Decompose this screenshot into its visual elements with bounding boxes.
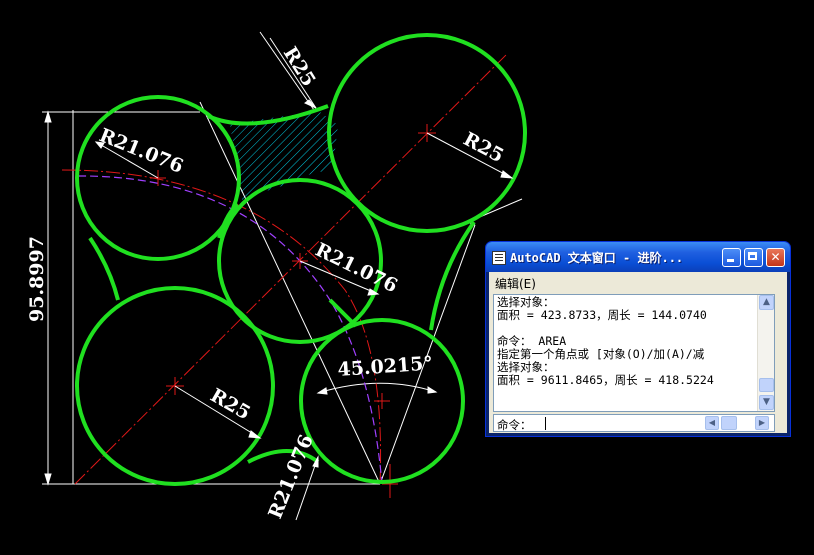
- scroll-right-icon[interactable]: ▶: [755, 416, 769, 430]
- menubar: 编辑(E): [489, 272, 787, 292]
- arc-mid-right: [328, 298, 358, 328]
- app-icon[interactable]: [492, 251, 506, 265]
- hscroll-thumb[interactable]: [721, 416, 737, 430]
- history-line: 面积 = 423.8733，周长 = 144.0740: [497, 308, 707, 322]
- history-line: 面积 = 9611.8465，周长 = 418.5224: [497, 373, 714, 387]
- menu-edit[interactable]: 编辑(E): [495, 275, 536, 292]
- close-button[interactable]: ✕: [766, 248, 785, 267]
- dim-radius-top: R25: [279, 43, 320, 90]
- text-caret: [545, 417, 546, 430]
- vertical-scrollbar[interactable]: ▲ ▼: [757, 295, 774, 411]
- maximize-button[interactable]: [744, 248, 763, 267]
- horizontal-scrollbar[interactable]: ◀ ▶: [705, 416, 769, 430]
- minimize-icon: [727, 259, 734, 262]
- dim-height: 95.8997: [26, 236, 48, 322]
- construction-lines: [42, 31, 523, 485]
- arc-right: [429, 220, 476, 331]
- dim-radius-top-left: R21.076: [96, 124, 186, 178]
- dim-radius-bottom: R21.076: [264, 432, 318, 522]
- text-window-titlebar[interactable]: AutoCAD 文本窗口 - 进阶... ✕: [486, 242, 790, 272]
- command-prompt: 命令：: [497, 418, 532, 432]
- window-title: AutoCAD 文本窗口 - 进阶...: [510, 251, 684, 265]
- dim-radius-top-right: R25: [460, 128, 508, 167]
- close-icon: ✕: [770, 250, 781, 264]
- scroll-down-icon[interactable]: ▼: [759, 395, 774, 410]
- command-line[interactable]: 命令： ◀ ▶: [493, 414, 775, 432]
- scroll-thumb[interactable]: [759, 378, 774, 392]
- scroll-up-icon[interactable]: ▲: [759, 295, 774, 310]
- dim-radius-bottom-left: R25: [207, 384, 255, 424]
- text-window-body: 编辑(E) 选择对象： 面积 = 423.8733，周长 = 144.0740 …: [489, 272, 787, 433]
- text-window[interactable]: AutoCAD 文本窗口 - 进阶... ✕ 编辑(E) 选择对象： 面积 = …: [485, 241, 791, 437]
- minimize-button[interactable]: [722, 248, 741, 267]
- command-history[interactable]: 选择对象： 面积 = 423.8733，周长 = 144.0740 命令： AR…: [493, 294, 775, 412]
- maximize-icon: [748, 252, 757, 260]
- scroll-left-icon[interactable]: ◀: [705, 416, 719, 430]
